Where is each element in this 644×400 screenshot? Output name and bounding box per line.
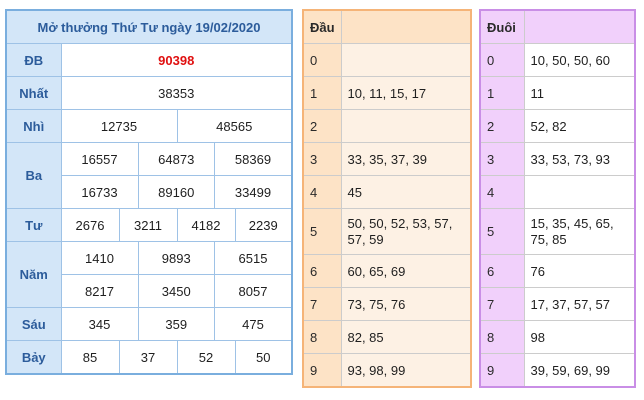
- results-title: Mở thưởng Thứ Tư ngày 19/02/2020: [5, 9, 293, 44]
- prize-row-db: ĐB 90398: [5, 43, 293, 77]
- head-digits-table: Đầu 0 1 10, 11, 15, 17 2 3 33, 35, 37, 39 …: [302, 9, 472, 388]
- prize-value: 37: [118, 340, 178, 375]
- prize-value: 89160: [138, 176, 215, 208]
- prize-value: 6515: [238, 250, 268, 266]
- head-digit: 4: [302, 175, 342, 209]
- prize-row-ba: Ba 16557 64873 58369: [5, 142, 293, 209]
- prize-value: 3450: [138, 275, 215, 307]
- prize-value: 359: [138, 308, 215, 340]
- prize-value: 85: [60, 340, 120, 375]
- prize-label-nhi: Nhì: [5, 109, 62, 143]
- prize-value: 2239: [234, 208, 293, 242]
- prize-row-sau: Sáu 345 359 475: [5, 307, 293, 341]
- head-digit: 2: [302, 109, 342, 143]
- prize-value: 8217: [62, 275, 139, 307]
- prize-row-tu: Tư 2676 3211 4182 2239: [5, 208, 293, 242]
- tail-numbers: [523, 175, 636, 209]
- prize-value: 38353: [60, 76, 293, 110]
- tail-digit: 6: [479, 254, 525, 288]
- head-digit: 0: [302, 43, 342, 77]
- prize-row-nam: Năm 1410 9893 6515: [5, 241, 293, 308]
- head-numbers: 45: [340, 175, 472, 209]
- prize-label-ba: Ba: [5, 142, 62, 209]
- head-numbers: 60, 65, 69: [340, 254, 472, 288]
- head-digit: 6: [302, 254, 342, 288]
- tail-digit: 2: [479, 109, 525, 143]
- prize-row-bay: Bảy 85 37 52 50: [5, 340, 293, 375]
- head-numbers: 33, 35, 37, 39: [340, 142, 472, 176]
- tail-digit: 9: [479, 353, 525, 388]
- prize-value: 4182: [176, 208, 236, 242]
- head-table-header-blank: [340, 9, 472, 44]
- tail-numbers: 17, 37, 57, 57: [523, 287, 636, 321]
- prize-value: 33499: [234, 184, 272, 200]
- lottery-results-table: Mở thưởng Thứ Tư ngày 19/02/2020 ĐB 9039…: [5, 9, 293, 375]
- tail-digit: 4: [479, 175, 525, 209]
- head-numbers: 73, 75, 76: [340, 287, 472, 321]
- head-numbers: 93, 98, 99: [340, 353, 472, 388]
- prize-value: 475: [242, 316, 264, 332]
- prize-value: 2676: [60, 208, 120, 242]
- tail-numbers: 98: [523, 320, 636, 354]
- head-digit: 7: [302, 287, 342, 321]
- head-digit: 8: [302, 320, 342, 354]
- prize-label-sau: Sáu: [5, 307, 62, 341]
- head-digit: 3: [302, 142, 342, 176]
- prize-value: 9893: [138, 242, 215, 274]
- prize-value: 16733: [62, 176, 139, 208]
- prize-value: 50: [234, 340, 293, 375]
- prize-value: 48565: [176, 109, 293, 143]
- prize-label-db: ĐB: [5, 43, 62, 77]
- prize-value: 3211: [118, 208, 178, 242]
- tail-numbers: 39, 59, 69, 99: [523, 353, 636, 388]
- tail-digit: 7: [479, 287, 525, 321]
- prize-label-tu: Tư: [5, 208, 62, 242]
- prize-value: 16557: [62, 143, 139, 175]
- head-table-header: Đầu: [302, 9, 342, 44]
- head-numbers: [340, 43, 472, 77]
- prize-label-bay: Bảy: [5, 340, 62, 375]
- tail-numbers: 33, 53, 73, 93: [523, 142, 636, 176]
- prize-value: 345: [62, 308, 139, 340]
- tail-digit: 1: [479, 76, 525, 110]
- tail-table-header: Đuôi: [479, 9, 525, 44]
- head-numbers: 50, 50, 52, 53, 57, 57, 59: [340, 208, 472, 255]
- prize-value: 12735: [60, 109, 178, 143]
- tail-digit: 0: [479, 43, 525, 77]
- head-digit: 1: [302, 76, 342, 110]
- tail-digit: 3: [479, 142, 525, 176]
- head-numbers: [340, 109, 472, 143]
- tail-digits-table: Đuôi 0 10, 50, 50, 60 1 11 2 52, 82 3 33, 53…: [479, 9, 636, 388]
- tail-table-header-blank: [523, 9, 636, 44]
- prize-value: 8057: [238, 283, 268, 299]
- prize-label-nhat: Nhất: [5, 76, 62, 110]
- tail-digit: 8: [479, 320, 525, 354]
- head-digit: 9: [302, 353, 342, 388]
- tail-numbers: 76: [523, 254, 636, 288]
- tail-numbers: 10, 50, 50, 60: [523, 43, 636, 77]
- tail-numbers: 11: [523, 76, 636, 110]
- tail-digit: 5: [479, 208, 525, 255]
- head-digit: 5: [302, 208, 342, 255]
- prize-row-nhi: Nhì 12735 48565: [5, 109, 293, 143]
- prize-value: 90398: [60, 43, 293, 77]
- prize-label-nam: Năm: [5, 241, 62, 308]
- head-numbers: 82, 85: [340, 320, 472, 354]
- prize-value: 1410: [62, 242, 139, 274]
- prize-value: 52: [176, 340, 236, 375]
- head-numbers: 10, 11, 15, 17: [340, 76, 472, 110]
- prize-value: 58369: [234, 151, 272, 167]
- prize-row-nhat: Nhất 38353: [5, 76, 293, 110]
- tail-numbers: 52, 82: [523, 109, 636, 143]
- prize-value: 64873: [138, 143, 215, 175]
- tail-numbers: 15, 35, 45, 65, 75, 85: [523, 208, 636, 255]
